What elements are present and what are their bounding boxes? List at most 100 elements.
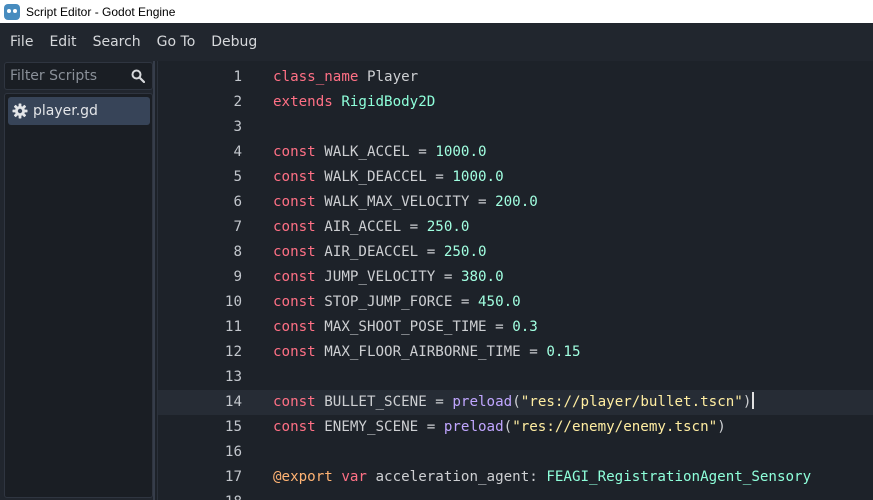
filter-scripts-input[interactable] [10, 68, 120, 84]
window-title: Script Editor - Godot Engine [26, 4, 176, 19]
code-token: ENEMY_SCENE = [315, 419, 444, 435]
code-text: @export var acceleration_agent: FEAGI_Re… [273, 465, 811, 490]
code-text: const AIR_ACCEL = 250.0 [273, 215, 469, 240]
code-token: const [273, 169, 316, 185]
code-line[interactable]: 11 const MAX_SHOOT_POSE_TIME = 0.3 [158, 315, 873, 340]
code-token: const [273, 319, 316, 335]
filter-scripts-box [4, 62, 153, 90]
code-line[interactable]: 15 const ENEMY_SCENE = preload("res://ene… [158, 415, 873, 440]
script-sidebar: player.gd [0, 61, 155, 500]
code-line[interactable]: 18 [158, 490, 873, 500]
line-number: 7 [233, 219, 242, 235]
code-token: 1000.0 [452, 169, 504, 185]
menu-edit[interactable]: Edit [41, 28, 84, 56]
code-line[interactable]: 16 [158, 440, 873, 465]
code-token: @export [273, 469, 333, 485]
code-token: 450.0 [478, 294, 521, 310]
code-text: const WALK_DEACCEL = 1000.0 [273, 165, 504, 190]
line-number: 14 [224, 394, 242, 410]
text-cursor [752, 392, 755, 409]
code-token: WALK_DEACCEL = [315, 169, 453, 185]
code-token: const [273, 419, 316, 435]
code-token: STOP_JUMP_FORCE = [315, 294, 479, 310]
code-token: ( [503, 419, 513, 435]
code-text: const ENEMY_SCENE = preload("res://enemy… [273, 415, 726, 440]
script-item-player[interactable]: player.gd [8, 97, 150, 125]
title-bar: Script Editor - Godot Engine [0, 0, 873, 23]
script-list: player.gd [4, 93, 153, 498]
code-line[interactable]: 5 const WALK_DEACCEL = 1000.0 [158, 165, 873, 190]
code-line[interactable]: 7 const AIR_ACCEL = 250.0 [158, 215, 873, 240]
line-number: 17 [224, 469, 242, 485]
code-token: WALK_MAX_VELOCITY = [315, 194, 496, 210]
code-text: const AIR_DEACCEL = 250.0 [273, 240, 487, 265]
code-token: acceleration_agent: [366, 469, 547, 485]
code-token: ) [717, 419, 726, 435]
code-token: AIR_ACCEL = [315, 219, 427, 235]
code-token: const [273, 244, 316, 260]
menu-bar: File Edit Search Go To Debug [0, 23, 873, 61]
code-token: ) [742, 394, 752, 410]
code-line[interactable]: 9 const JUMP_VELOCITY = 380.0 [158, 265, 873, 290]
code-token: 250.0 [426, 219, 470, 235]
menu-search[interactable]: Search [85, 28, 149, 56]
line-number: 6 [233, 194, 242, 210]
code-line[interactable]: 14 const BULLET_SCENE = preload("res://pl… [158, 390, 873, 415]
gear-icon [12, 103, 28, 119]
code-line[interactable]: 12 const MAX_FLOOR_AIRBORNE_TIME = 0.15 [158, 340, 873, 365]
code-token: MAX_FLOOR_AIRBORNE_TIME = [315, 344, 547, 360]
line-number: 1 [233, 69, 242, 85]
code-text: class_name Player [273, 65, 418, 90]
code-line[interactable]: 17 @export var acceleration_agent: FEAGI_… [158, 465, 873, 490]
code-token: MAX_SHOOT_POSE_TIME = [315, 319, 513, 335]
code-token: AIR_DEACCEL = [315, 244, 444, 260]
menu-file[interactable]: File [2, 28, 41, 56]
code-token: 200.0 [495, 194, 538, 210]
code-text: const WALK_MAX_VELOCITY = 200.0 [273, 190, 538, 215]
code-token: RigidBody2D [341, 94, 436, 110]
code-token: const [273, 194, 316, 210]
code-token: const [273, 144, 316, 160]
line-number: 9 [233, 269, 242, 285]
line-number: 4 [233, 144, 242, 160]
code-text: const BULLET_SCENE = preload("res://play… [273, 390, 755, 415]
code-token: 250.0 [443, 244, 487, 260]
code-text: const MAX_SHOOT_POSE_TIME = 0.3 [273, 315, 538, 340]
code-token: const [273, 394, 316, 410]
code-line[interactable]: 6 const WALK_MAX_VELOCITY = 200.0 [158, 190, 873, 215]
line-number: 15 [224, 419, 242, 435]
code-text: extends RigidBody2D [273, 90, 435, 115]
line-number: 11 [224, 319, 242, 335]
code-line[interactable]: 3 [158, 115, 873, 140]
code-text: const WALK_ACCEL = 1000.0 [273, 140, 487, 165]
line-number: 10 [224, 294, 242, 310]
code-line[interactable]: 4 const WALK_ACCEL = 1000.0 [158, 140, 873, 165]
line-number: 18 [158, 490, 242, 500]
code-token: extends [273, 94, 333, 110]
menu-debug[interactable]: Debug [203, 28, 265, 56]
search-icon[interactable] [131, 69, 145, 83]
code-token: "res://enemy/enemy.tscn" [512, 419, 718, 435]
script-item-label: player.gd [33, 103, 98, 119]
code-token: Player [358, 69, 419, 85]
code-line[interactable]: 10 const STOP_JUMP_FORCE = 450.0 [158, 290, 873, 315]
menu-go-to[interactable]: Go To [149, 28, 204, 56]
code-token: const [273, 269, 316, 285]
code-token: JUMP_VELOCITY = [315, 269, 461, 285]
code-token: const [273, 344, 316, 360]
code-token: "res://player/bullet.tscn" [520, 394, 743, 410]
code-token: 1000.0 [435, 144, 487, 160]
line-number: 8 [233, 244, 242, 260]
code-line[interactable]: 1 class_name Player [158, 65, 873, 90]
code-line[interactable]: 8 const AIR_DEACCEL = 250.0 [158, 240, 873, 265]
line-number: 3 [233, 119, 242, 135]
line-number: 5 [233, 169, 242, 185]
code-text: const STOP_JUMP_FORCE = 450.0 [273, 290, 521, 315]
code-line[interactable]: 2 extends RigidBody2D [158, 90, 873, 115]
code-editor[interactable]: 1 class_name Player 2 extends RigidBody2D 3 4… [157, 61, 873, 500]
code-line[interactable]: 13 [158, 365, 873, 390]
code-token: FEAGI_RegistrationAgent_Sensory [546, 469, 812, 485]
code-token: BULLET_SCENE = [315, 394, 453, 410]
line-number: 12 [224, 344, 242, 360]
line-number: 2 [233, 94, 242, 110]
